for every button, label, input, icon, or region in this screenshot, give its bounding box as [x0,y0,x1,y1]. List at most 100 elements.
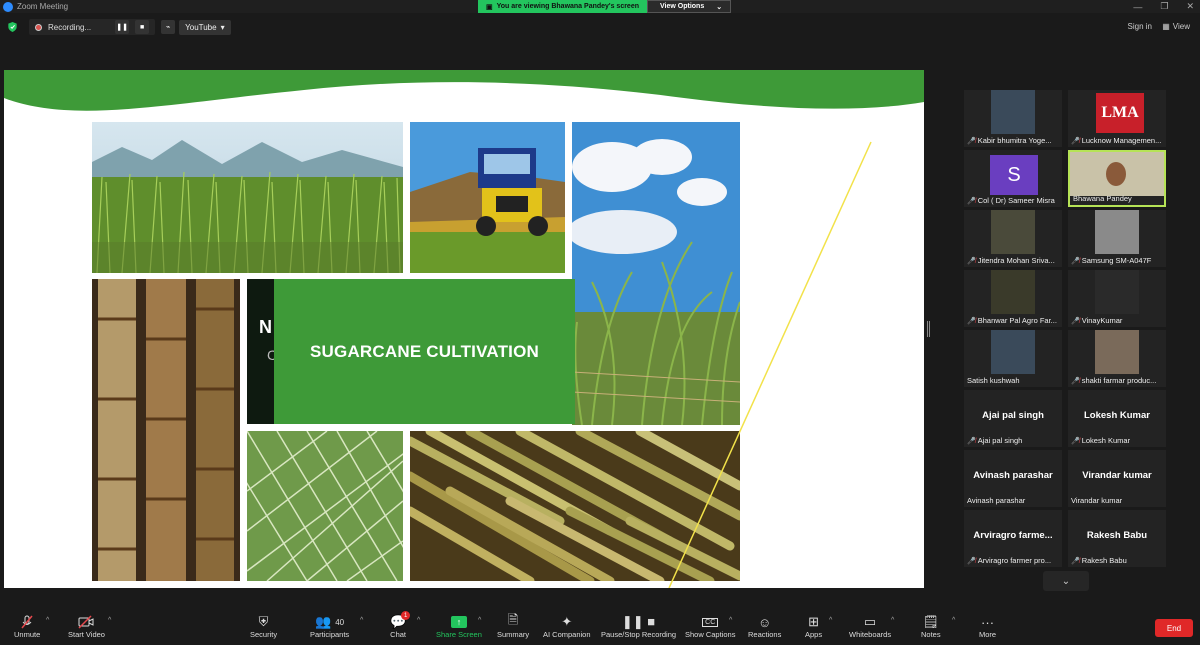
share-options-caret[interactable]: ^ [478,617,481,624]
security-label: Security [250,630,278,639]
slide-header-wave [4,70,924,111]
mic-muted-icon: 🎤̸ [1071,257,1080,265]
chat-button[interactable]: 💬 1 Chat [390,611,411,639]
notes-button[interactable]: 🗒 Notes [921,614,941,639]
slide-title-box: SUGARCANE CULTIVATION [274,279,575,424]
gallery-next-page-button[interactable]: ⌄ [1043,571,1089,591]
participant-tile[interactable]: 🎤̸ shakti farmar produc... [1068,330,1166,387]
audio-options-caret[interactable]: ^ [46,617,49,624]
participant-avatar: S [990,155,1038,195]
encryption-shield-icon[interactable] [8,22,17,32]
notes-options-caret[interactable]: ^ [952,617,955,624]
participant-tile[interactable]: 🎤̸ Jitendra Mohan Sriva... [964,210,1062,267]
participant-tile[interactable]: 🎤̸ Bhanwar Pal Agro Far... [964,270,1062,327]
participant-name: Col ( Dr) Sameer Misra [977,196,1055,205]
share-screen-label: Share Screen [436,630,482,639]
reactions-icon: ☺ [758,614,772,630]
participant-video [991,90,1035,134]
participant-name: Arviragro farmer pro... [977,556,1052,565]
participant-tile[interactable]: Ajai pal singh 🎤̸ Ajai pal singh [964,390,1062,447]
slide-title: SUGARCANE CULTIVATION [310,341,539,361]
sign-in-link[interactable]: Sign in [1128,22,1152,31]
participant-tile[interactable]: 🎤̸ VinayKumar [1068,270,1166,327]
participants-button[interactable]: 👥 40 Participants [310,614,349,639]
participant-name: VinayKumar [1081,316,1123,325]
security-button[interactable]: ⛨ Security [250,614,277,639]
participant-tile[interactable]: LMA 🎤̸ Lucknow Managemen... [1068,90,1166,147]
participant-tile[interactable]: 🎤̸ Samsung SM-A047F [1068,210,1166,267]
show-captions-button[interactable]: CC Show Captions [685,614,735,639]
participant-tile[interactable]: 🎤̸ Kabir bhumitra Yoge... [964,90,1062,147]
mic-muted-icon: 🎤̸ [967,317,976,325]
mic-muted-icon: 🎤̸ [967,557,976,565]
unmute-button[interactable]: Unmute [14,614,40,639]
caret-down-icon: ▾ [220,22,225,32]
participant-tile[interactable]: S 🎤̸ Col ( Dr) Sameer Misra [964,150,1062,207]
participant-video [991,210,1035,254]
mic-muted-icon: 🎤̸ [1071,317,1080,325]
participant-tile[interactable]: Satish kushwah [964,330,1062,387]
participant-name-label: 🎤̸ Kabir bhumitra Yoge... [967,136,1060,145]
more-button[interactable]: ··· More [979,614,996,640]
apps-icon: ⊞ [808,614,819,629]
view-options-button[interactable]: View Options ⌄ [647,0,732,13]
participants-label: Participants [310,630,350,639]
maximize-button[interactable]: ❐ [1160,1,1168,12]
close-button[interactable]: ✕ [1186,1,1194,12]
live-stream-icon[interactable]: ⌁ [161,20,176,34]
video-options-caret[interactable]: ^ [108,617,111,624]
participant-name: Jitendra Mohan Sriva... [977,256,1055,265]
apps-button[interactable]: ⊞ Apps [805,614,822,639]
chat-options-caret[interactable]: ^ [417,617,420,624]
notes-icon: 🗒 [922,614,940,629]
participants-options-caret[interactable]: ^ [360,617,363,624]
shield-icon: ⛨ [258,614,269,629]
ai-companion-button[interactable]: ✦ AI Companion [543,614,591,639]
participant-name: Bhanwar Pal Agro Far... [977,316,1057,325]
tractor-photo [410,122,565,273]
meeting-status-bar: Recording... ❚❚ ■ ⌁ YouTube ▾ [0,17,1200,37]
participant-logo: LMA [1096,93,1144,133]
reactions-button[interactable]: ☺ Reactions [748,614,781,640]
participant-name-label: Satish kushwah [967,376,1060,385]
view-button[interactable]: ▦ View [1162,22,1190,31]
recording-control: Recording... ❚❚ ■ [29,19,156,35]
panel-resize-handle[interactable] [927,321,930,337]
participant-tile[interactable]: Avinash parashar Avinash parashar [964,450,1062,507]
share-screen-button[interactable]: ↑ Share Screen [436,614,482,639]
pause-recording-button[interactable]: ❚❚ [115,20,130,34]
pause-stop-recording-button[interactable]: ❚❚ ■ Pause/Stop Recording [601,614,676,639]
window-title: Zoom Meeting [17,2,69,11]
participant-tile[interactable]: Virandar kumar Virandar kumar [1068,450,1166,507]
chat-icon: 💬 1 [390,611,411,630]
participant-video [1095,210,1139,254]
stream-destination-dropdown[interactable]: YouTube ▾ [179,19,231,35]
slide-side-panel: N C [247,279,277,424]
participant-name: shakti farmar produc... [1081,376,1157,385]
mic-muted-icon: 🎤̸ [967,257,976,265]
participant-tile[interactable]: Arviragro farme... 🎤̸ Arviragro farmer pro… [964,510,1062,567]
ai-companion-label: AI Companion [543,630,591,639]
participant-tile[interactable]: Lokesh Kumar 🎤̸ Lokesh Kumar [1068,390,1166,447]
end-meeting-button[interactable]: End [1155,619,1193,637]
participant-video [991,270,1035,314]
summary-button[interactable]: 🗎 Summary [497,612,529,639]
participant-face [1106,162,1126,186]
whiteboards-options-caret[interactable]: ^ [891,617,894,624]
participant-tile[interactable]: Rakesh Babu 🎤̸ Rakesh Babu [1068,510,1166,567]
participant-name-label: 🎤̸ Lokesh Kumar [1071,436,1164,445]
start-video-label: Start Video [68,630,105,639]
shared-screen-slide: N C SUGARCANE CULTIVATION [4,70,924,588]
slide-peek-text: N [259,317,272,337]
minimize-button[interactable]: — [1133,2,1142,12]
participants-count: 40 [335,617,345,627]
participant-tile[interactable]: Bhawana Pandey [1068,150,1166,207]
share-screen-icon: ↑ [450,614,467,630]
participant-name-label: 🎤̸ Arviragro farmer pro... [967,556,1060,565]
captions-options-caret[interactable]: ^ [729,617,732,624]
whiteboards-button[interactable]: ▭ Whiteboards [849,614,891,639]
start-video-button[interactable]: Start Video [68,614,105,639]
apps-options-caret[interactable]: ^ [829,617,832,624]
stop-recording-button[interactable]: ■ [135,20,150,34]
participant-name: Kabir bhumitra Yoge... [977,136,1052,145]
